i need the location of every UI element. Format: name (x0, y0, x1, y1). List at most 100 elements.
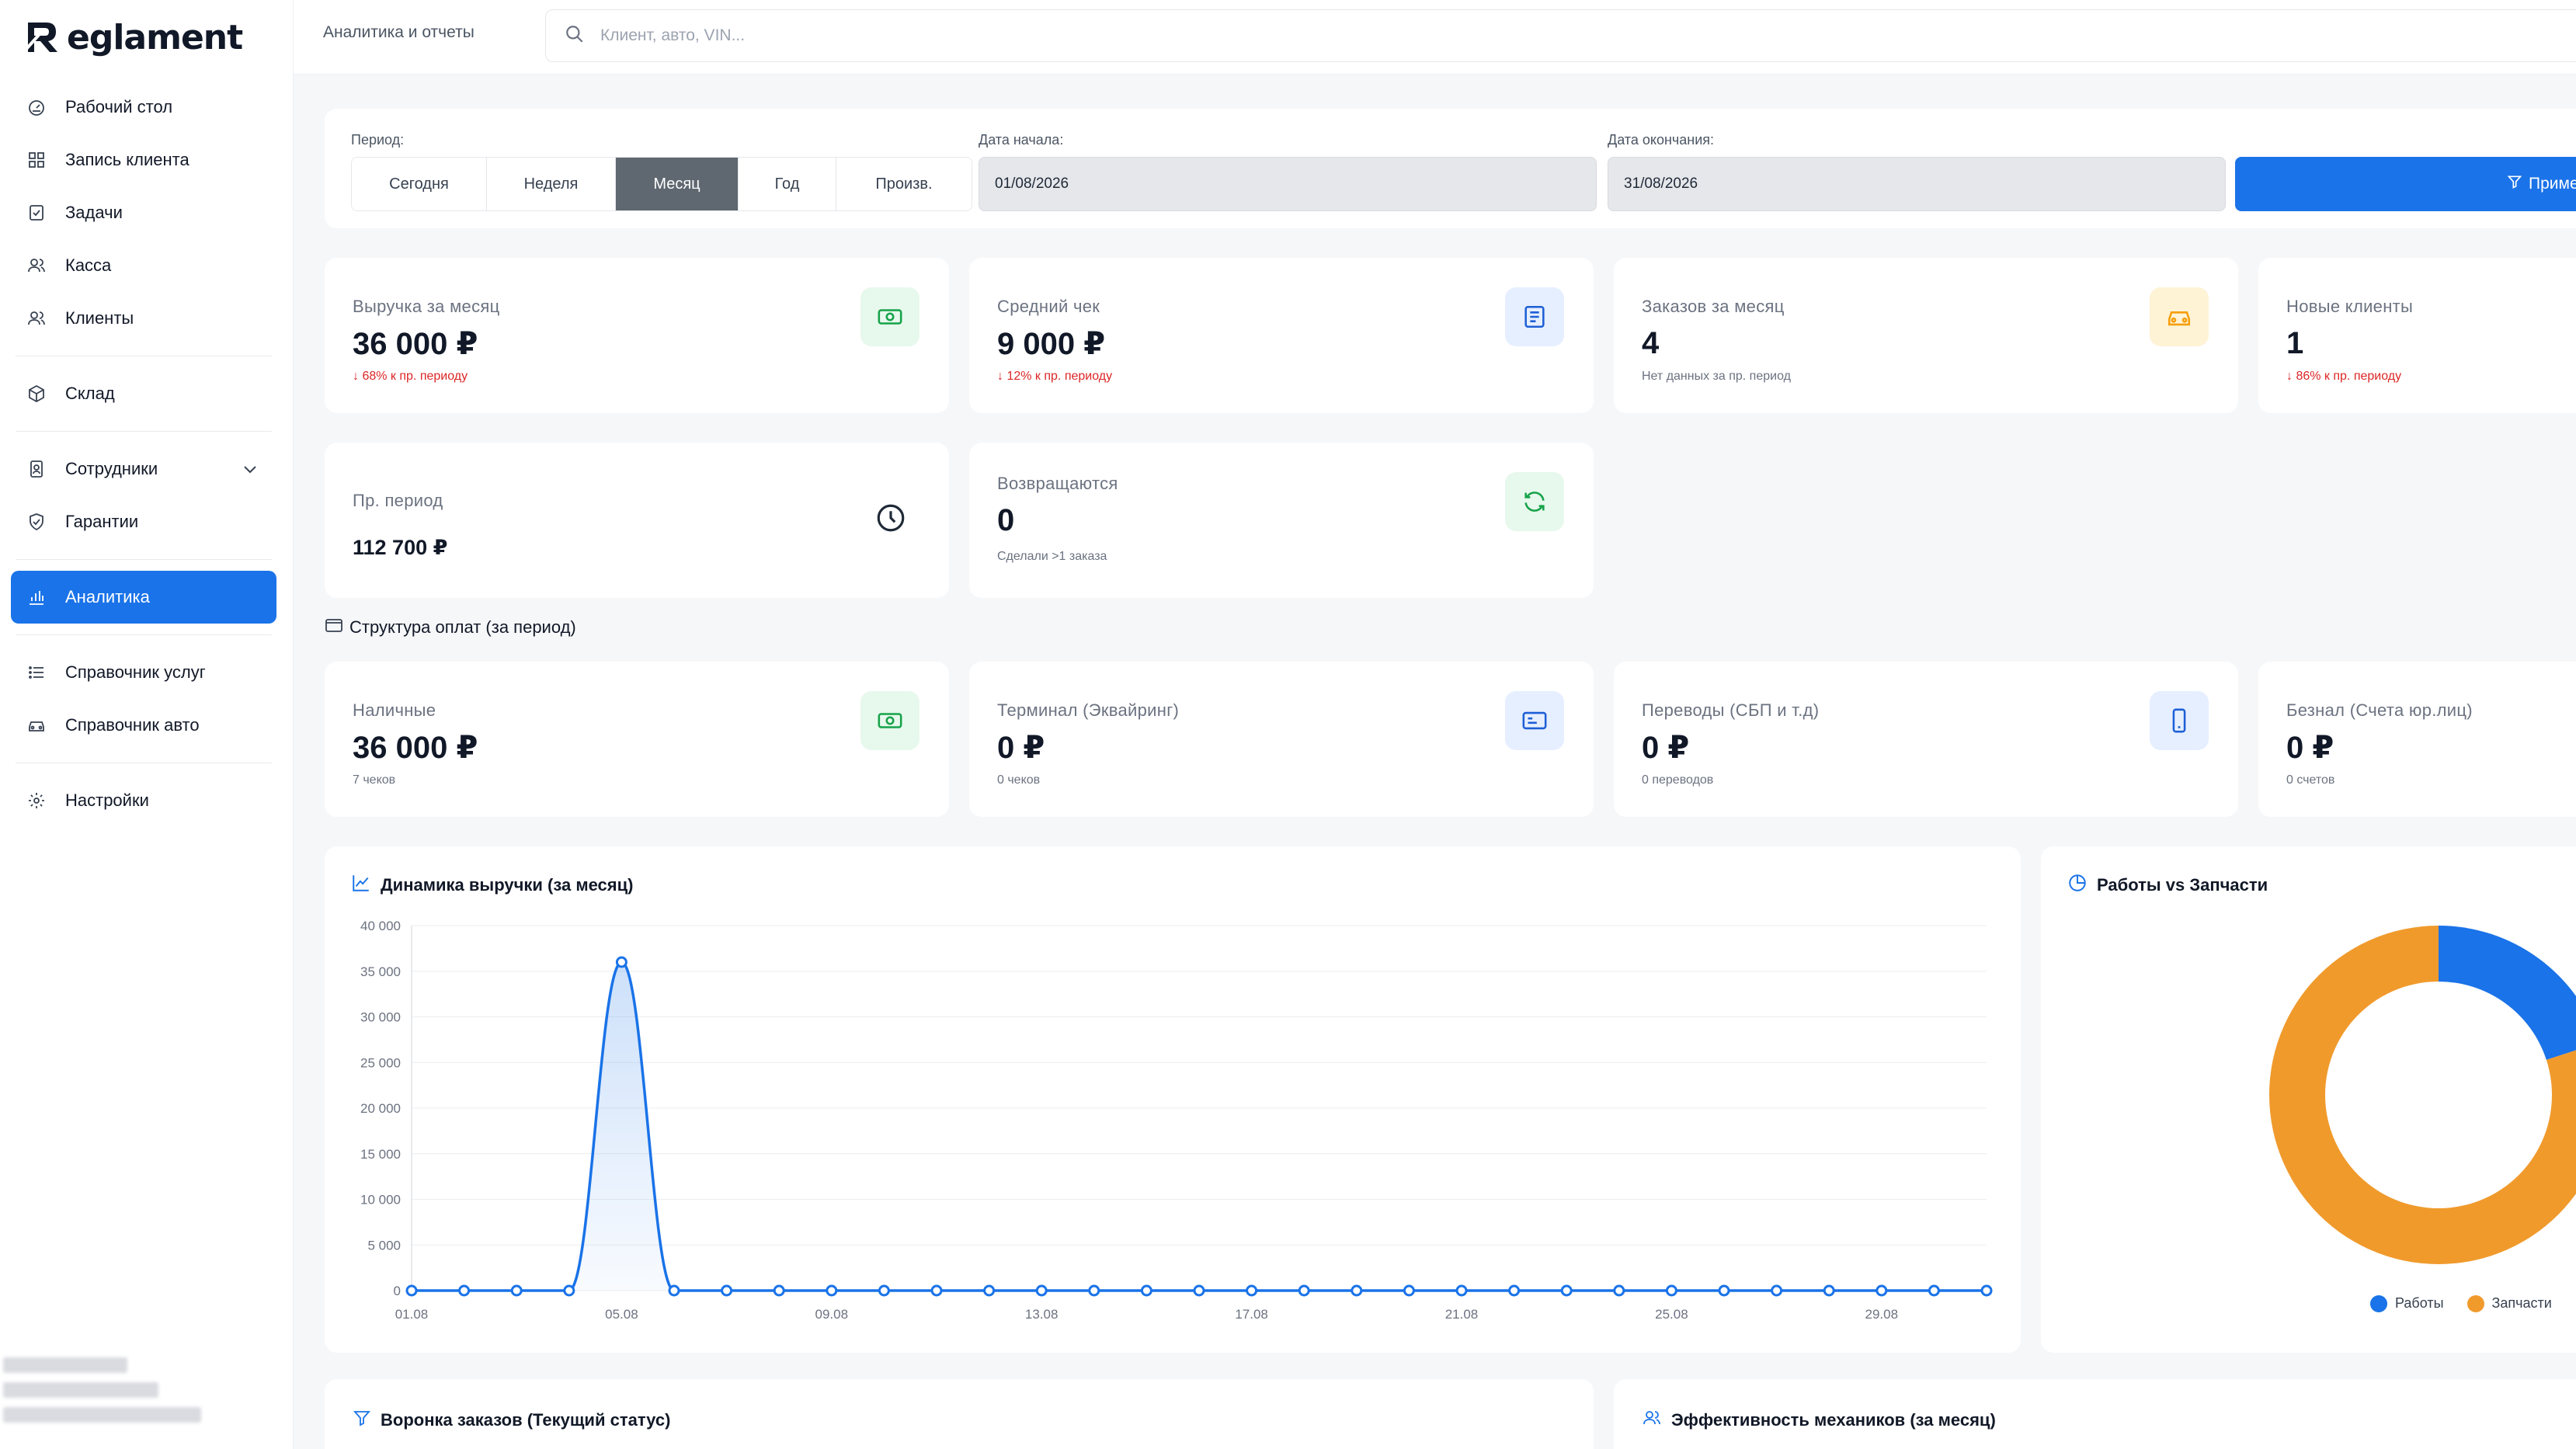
data-point[interactable] (668, 1284, 680, 1297)
receipt-icon (1505, 287, 1564, 346)
legend-item-works[interactable]: Работы (2370, 1295, 2444, 1313)
sidebar-item-clients[interactable]: Клиенты (11, 292, 276, 345)
kpi-label: Новые клиенты (2286, 297, 2414, 316)
data-point[interactable] (1455, 1284, 1468, 1297)
sidebar-item-employees[interactable]: Сотрудники (11, 443, 276, 495)
data-point[interactable] (773, 1284, 785, 1297)
logo[interactable]: eglament (23, 14, 243, 61)
data-point[interactable] (1298, 1284, 1310, 1297)
start-date-input[interactable]: 01/08/2026 (979, 157, 1597, 211)
wallet-icon (325, 617, 343, 638)
data-point[interactable] (1035, 1284, 1048, 1297)
payment-count: 0 переводов (1642, 773, 1714, 787)
section-title-text: Структура оплат (за период) (349, 617, 576, 637)
sidebar: eglament Рабочий стол Запись клиента Зад… (0, 0, 294, 1449)
data-point[interactable] (1665, 1284, 1677, 1297)
data-point[interactable] (983, 1284, 996, 1297)
kpi-value: 112 700 ₽ (353, 536, 448, 559)
x-tick-label: 17.08 (1235, 1307, 1268, 1322)
data-point[interactable] (1088, 1284, 1100, 1297)
period-week-button[interactable]: Неделя (487, 158, 616, 210)
logo-text: eglament (67, 17, 243, 57)
period-year-button[interactable]: Год (739, 158, 836, 210)
sidebar-item-label: Справочник авто (65, 715, 200, 735)
sidebar-item-label: Рабочий стол (65, 97, 173, 116)
data-point[interactable] (1246, 1284, 1258, 1297)
chevron-down-icon[interactable] (241, 460, 259, 483)
data-point[interactable] (1193, 1284, 1205, 1297)
data-point[interactable] (1718, 1284, 1730, 1297)
data-point[interactable] (1403, 1284, 1415, 1297)
period-month-button[interactable]: Месяц (616, 158, 739, 210)
sidebar-item-settings[interactable]: Настройки (11, 774, 276, 827)
kpi-value: 4 (1642, 326, 1660, 360)
logo-mark-icon (23, 18, 62, 57)
sidebar-item-label: Справочник услуг (65, 662, 206, 682)
sidebar-item-services[interactable]: Справочник услуг (11, 646, 276, 699)
sidebar-item-warehouse[interactable]: Склад (11, 367, 276, 420)
sidebar-item-label: Запись клиента (65, 150, 189, 169)
payment-value: 36 000 ₽ (353, 731, 478, 765)
data-point[interactable] (458, 1284, 471, 1297)
orders-funnel-card: Воронка заказов (Текущий статус) (325, 1379, 1594, 1449)
car-icon (26, 715, 47, 735)
payment-card-terminal: Терминал (Эквайринг) 0 ₽ 0 чеков (969, 662, 1594, 817)
money-icon (860, 691, 920, 750)
end-date-input[interactable]: 31/08/2026 (1608, 157, 2226, 211)
search-input[interactable] (600, 26, 1222, 45)
payment-card-cashless: Безнал (Счета юр.лиц) 0 ₽ 0 счетов (2258, 662, 2576, 817)
sidebar-item-cashbox[interactable]: Касса (11, 239, 276, 292)
data-point[interactable] (930, 1284, 943, 1297)
payment-count: 7 чеков (353, 773, 396, 787)
sidebar-item-analytics[interactable]: Аналитика (11, 571, 276, 624)
data-point[interactable] (826, 1284, 838, 1297)
data-point[interactable] (615, 956, 627, 968)
data-point[interactable] (510, 1284, 523, 1297)
data-point[interactable] (1613, 1284, 1625, 1297)
kpi-label: Пр. период (353, 491, 443, 510)
data-point[interactable] (563, 1284, 575, 1297)
data-point[interactable] (1928, 1284, 1940, 1297)
data-point[interactable] (878, 1284, 890, 1297)
legend-dot (2466, 1295, 2484, 1313)
payment-label: Переводы (СБП и т.д) (1642, 700, 1820, 720)
y-tick-label: 30 000 (360, 1010, 401, 1025)
legend-item-parts[interactable]: Запчасти (2466, 1295, 2552, 1313)
box-icon (26, 384, 47, 404)
y-tick-label: 15 000 (360, 1147, 401, 1162)
donut-slice-works[interactable] (2439, 926, 2576, 1060)
sidebar-item-dashboard[interactable]: Рабочий стол (11, 81, 276, 134)
data-point[interactable] (1351, 1284, 1363, 1297)
payment-label: Безнал (Счета юр.лиц) (2286, 700, 2473, 720)
y-tick-label: 20 000 (360, 1101, 401, 1116)
kpi-card-orders: Заказов за месяц 4 Нет данных за пр. пер… (1614, 258, 2238, 413)
data-point[interactable] (721, 1284, 733, 1297)
divider (16, 634, 272, 635)
user-profile-blurred[interactable] (3, 1357, 205, 1432)
period-custom-button[interactable]: Произв. (836, 158, 972, 210)
sidebar-item-label: Клиенты (65, 308, 134, 328)
data-point[interactable] (405, 1284, 418, 1297)
blurred-text (3, 1382, 158, 1398)
divider (16, 431, 272, 432)
sidebar-item-warranties[interactable]: Гарантии (11, 495, 276, 548)
data-point[interactable] (1980, 1284, 1993, 1297)
search-bar[interactable] (545, 9, 2576, 62)
search-icon (565, 24, 585, 48)
card-title-text: Эффективность механиков (за месяц) (1671, 1410, 1996, 1430)
period-today-button[interactable]: Сегодня (352, 158, 487, 210)
data-point[interactable] (1823, 1284, 1835, 1297)
data-point[interactable] (1876, 1284, 1888, 1297)
sidebar-item-client-booking[interactable]: Запись клиента (11, 134, 276, 186)
sidebar-item-cars[interactable]: Справочник авто (11, 699, 276, 752)
x-tick-label: 13.08 (1025, 1307, 1059, 1322)
data-point[interactable] (1508, 1284, 1521, 1297)
kpi-trend: ↓ 86% к пр. периоду (2286, 370, 2402, 383)
apply-filter-button[interactable]: Примени (2235, 157, 2576, 211)
sidebar-item-tasks[interactable]: Задачи (11, 186, 276, 239)
card-title: Воронка заказов (Текущий статус) (353, 1409, 670, 1432)
data-point[interactable] (1140, 1284, 1152, 1297)
data-point[interactable] (1771, 1284, 1783, 1297)
y-tick-label: 10 000 (360, 1193, 401, 1208)
data-point[interactable] (1560, 1284, 1573, 1297)
